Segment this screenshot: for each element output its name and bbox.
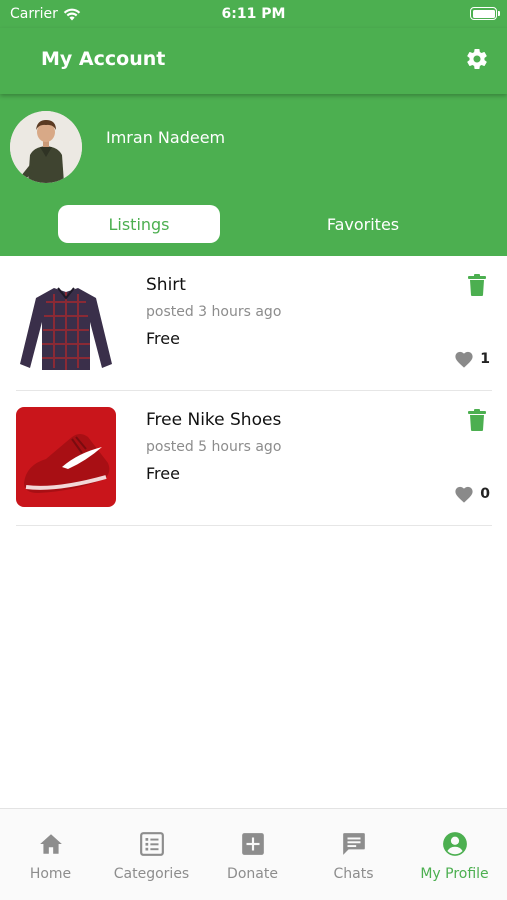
tab-my-profile[interactable]: My Profile — [404, 809, 505, 900]
heart-icon[interactable] — [454, 350, 474, 368]
tab-my-profile-label: My Profile — [420, 866, 489, 882]
listing-price: Free — [146, 329, 180, 348]
listing-title: Shirt — [146, 275, 186, 295]
trash-icon[interactable] — [467, 274, 487, 296]
tab-favorites[interactable]: Favorites — [282, 205, 444, 243]
listing-title: Free Nike Shoes — [146, 410, 282, 430]
listing-posted-time: posted 3 hours ago — [146, 304, 282, 320]
bottom-tab-bar: Home Categories Donate Chats My Profile — [0, 808, 507, 900]
home-icon — [40, 834, 62, 854]
likes-counter: 1 — [454, 350, 490, 368]
page-title: My Account — [41, 48, 166, 70]
status-time: 6:11 PM — [221, 6, 286, 22]
chat-icon — [343, 833, 365, 855]
likes-count: 1 — [480, 351, 490, 367]
shirt-image — [16, 272, 116, 372]
battery-icon — [470, 7, 500, 20]
avatar[interactable] — [10, 111, 82, 183]
tab-home[interactable]: Home — [0, 809, 101, 900]
navigation-bar: My Account — [0, 28, 507, 94]
tab-listings[interactable]: Listings — [58, 205, 220, 243]
user-name: Imran Nadeem — [106, 128, 226, 147]
profile-icon — [443, 832, 467, 856]
tab-donate[interactable]: Donate — [202, 809, 303, 900]
tab-categories[interactable]: Categories — [101, 809, 202, 900]
likes-counter: 0 — [454, 485, 490, 503]
listing-item[interactable]: Shirt posted 3 hours ago Free 1 — [16, 256, 492, 391]
tab-categories-label: Categories — [113, 866, 190, 882]
listing-posted-time: posted 5 hours ago — [146, 439, 282, 455]
status-bar: Carrier 6:11 PM — [0, 0, 507, 28]
listing-item[interactable]: Free Nike Shoes posted 5 hours ago Free … — [16, 391, 492, 526]
plus-square-icon — [242, 833, 264, 855]
settings-gear-icon[interactable] — [465, 47, 489, 71]
tab-chats-label: Chats — [333, 866, 374, 882]
likes-count: 0 — [480, 486, 490, 502]
avatar-image — [10, 111, 82, 183]
heart-icon[interactable] — [454, 485, 474, 503]
tab-donate-label: Donate — [227, 866, 278, 882]
list-icon — [140, 832, 164, 856]
trash-icon[interactable] — [467, 409, 487, 431]
nike-shoes-image — [16, 407, 116, 507]
tab-home-label: Home — [29, 866, 72, 882]
tab-chats[interactable]: Chats — [303, 809, 404, 900]
profile-header: Imran Nadeem Listings Favorites — [0, 94, 507, 256]
listing-price: Free — [146, 464, 180, 483]
